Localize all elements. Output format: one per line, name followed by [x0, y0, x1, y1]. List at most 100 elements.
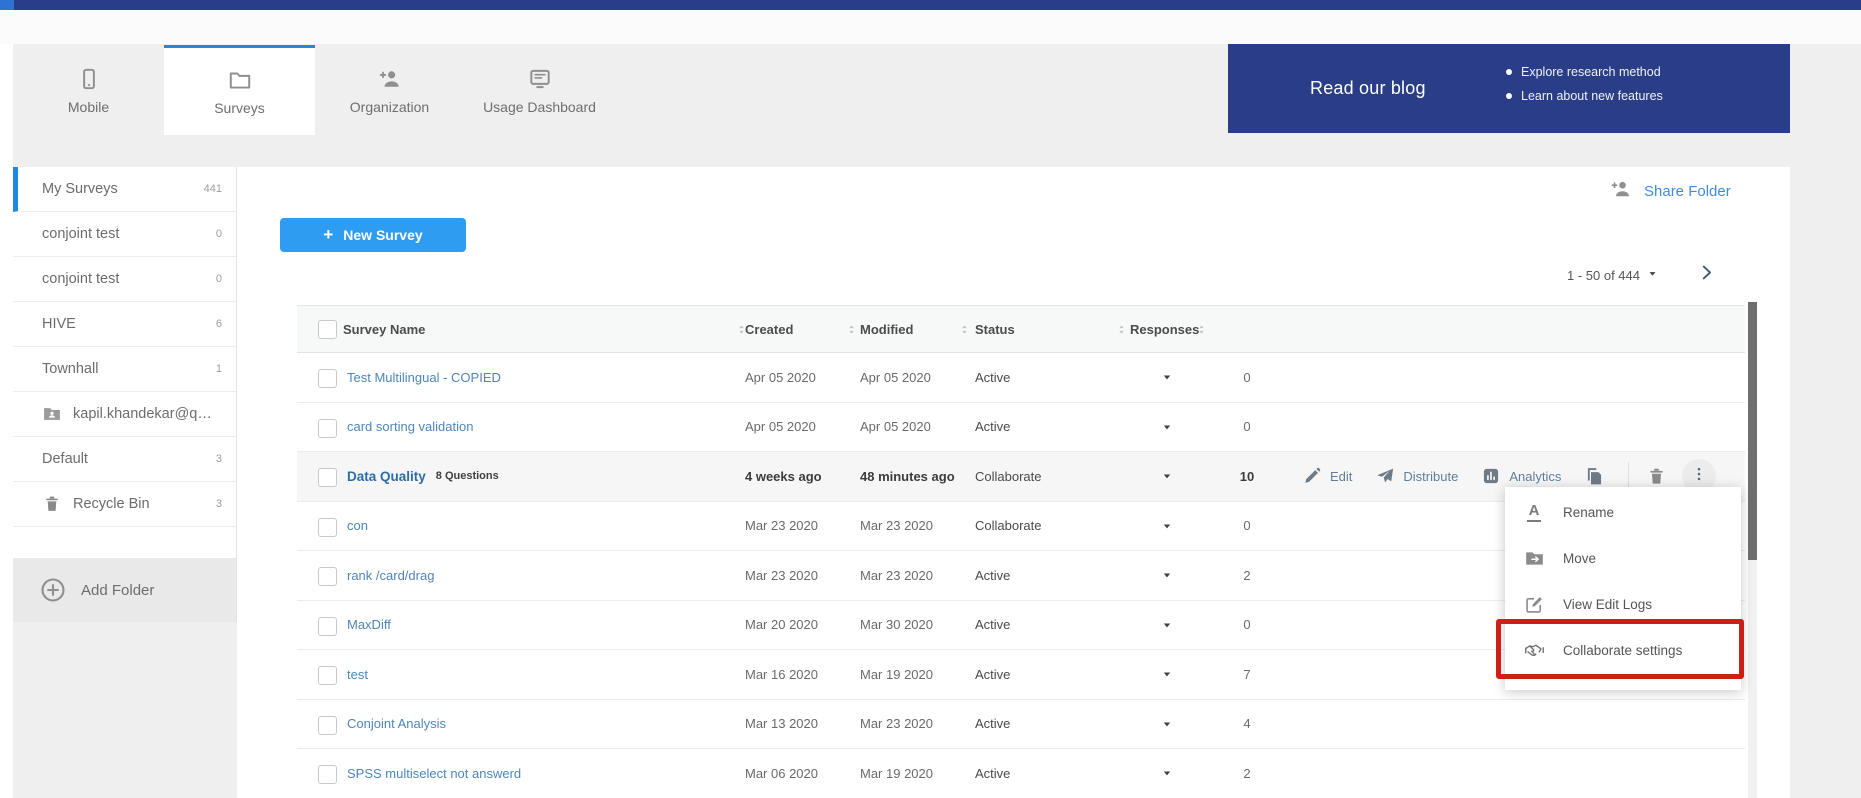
edit-button[interactable]: Edit [1302, 466, 1352, 486]
sidebar-folder-item[interactable]: conjoint test 0 [13, 257, 236, 302]
created-cell: Mar 13 2020 [745, 700, 818, 749]
row-checkbox[interactable] [318, 518, 337, 537]
column-header-status[interactable]: Status [975, 306, 1015, 352]
column-header-created[interactable]: Created [745, 306, 793, 352]
sidebar-folder-item[interactable]: My Surveys 441 [13, 167, 236, 212]
modified-cell: Mar 19 2020 [860, 650, 933, 699]
sidebar-folder-item[interactable]: Townhall 1 [13, 347, 236, 392]
delete-survey-button[interactable] [1646, 466, 1667, 487]
banner-bullet: Learn about new features [1504, 84, 1663, 108]
table-scrollbar-track[interactable] [1748, 302, 1757, 798]
context-menu-item[interactable]: View Edit Logs [1505, 581, 1741, 627]
new-survey-button[interactable]: + New Survey [280, 218, 466, 252]
survey-name-link[interactable]: rank /card/drag [347, 568, 434, 583]
survey-name-link[interactable]: con [347, 518, 368, 533]
folders-sidebar: My Surveys 441 conjoint test 0 conjoint … [13, 167, 237, 622]
paper-plane-icon [1375, 466, 1395, 486]
chevron-right-icon [1697, 269, 1716, 286]
responses-cell: 4 [1217, 700, 1277, 749]
row-checkbox[interactable] [318, 468, 337, 487]
pagination-range-dropdown[interactable]: 1 - 50 of 444 [1567, 267, 1659, 283]
sort-icon[interactable] [958, 323, 971, 336]
share-folder-button[interactable]: Share Folder [1609, 177, 1731, 206]
status-dropdown-caret[interactable] [1160, 353, 1174, 402]
row-checkbox[interactable] [318, 567, 337, 586]
status-cell: Active [975, 650, 1010, 699]
share-folder-label: Share Folder [1644, 183, 1731, 200]
select-all-checkbox[interactable] [318, 320, 337, 339]
survey-name-link[interactable]: Conjoint Analysis [347, 716, 446, 731]
sidebar-folder-item[interactable]: Recycle Bin 3 [13, 482, 236, 527]
modified-cell: Mar 23 2020 [860, 700, 933, 749]
column-header-responses[interactable]: Responses [1130, 306, 1199, 352]
row-checkbox[interactable] [318, 716, 337, 735]
distribute-button[interactable]: Distribute [1375, 466, 1458, 486]
person-add-icon [1609, 177, 1633, 206]
caret-down-icon [1646, 267, 1659, 283]
status-dropdown-caret[interactable] [1160, 551, 1174, 600]
modified-cell: Apr 05 2020 [860, 403, 931, 452]
survey-name-link[interactable]: test [347, 667, 368, 682]
sort-icon[interactable] [1115, 323, 1128, 336]
nav-tab-label: Surveys [214, 100, 265, 116]
top-accent-bar [0, 0, 1861, 10]
pagination-next-button[interactable] [1697, 263, 1716, 287]
sidebar-folder-item[interactable]: conjoint test 0 [13, 212, 236, 257]
created-cell: Mar 23 2020 [745, 502, 818, 551]
nav-tab[interactable]: Mobile [13, 45, 164, 135]
add-folder-button[interactable]: Add Folder [13, 558, 236, 622]
context-menu-item[interactable]: A Rename [1505, 489, 1741, 535]
created-cell: Apr 05 2020 [745, 403, 816, 452]
responses-cell: 0 [1217, 403, 1277, 452]
status-dropdown-caret[interactable] [1160, 452, 1174, 501]
sort-icon[interactable] [845, 323, 858, 336]
survey-name-link[interactable]: Test Multilingual - COPIED [347, 370, 501, 385]
row-checkbox[interactable] [318, 765, 337, 784]
column-header-modified[interactable]: Modified [860, 306, 913, 352]
nav-tab-label: Organization [350, 99, 429, 115]
nav-tab[interactable]: Usage Dashboard [464, 45, 615, 135]
sidebar-folder-count: 6 [216, 318, 222, 330]
status-dropdown-caret[interactable] [1160, 502, 1174, 551]
context-menu-item-label: Move [1563, 551, 1596, 566]
sidebar-folder-item[interactable]: Default 3 [13, 437, 236, 482]
nav-tab[interactable]: Surveys [164, 45, 315, 135]
row-checkbox[interactable] [318, 617, 337, 636]
created-cell: Mar 06 2020 [745, 749, 818, 798]
blog-banner-link[interactable]: Read our blog [1310, 78, 1426, 99]
status-dropdown-caret[interactable] [1160, 601, 1174, 650]
status-dropdown-caret[interactable] [1160, 700, 1174, 749]
survey-name-link[interactable]: SPSS multiselect not answerd [347, 766, 521, 781]
table-scrollbar-thumb[interactable] [1748, 302, 1757, 560]
status-dropdown-caret[interactable] [1160, 650, 1174, 699]
banner-bullet: Explore research method [1504, 60, 1663, 84]
sidebar-folder-label: My Surveys [42, 181, 196, 197]
status-dropdown-caret[interactable] [1160, 403, 1174, 452]
context-menu-item-label: View Edit Logs [1563, 597, 1652, 612]
status-dropdown-caret[interactable] [1160, 749, 1174, 798]
survey-name-link[interactable]: Data Quality [347, 469, 426, 484]
analytics-button[interactable]: Analytics [1481, 466, 1561, 486]
nav-tab[interactable]: Organization [314, 45, 465, 135]
sidebar-folder-item[interactable]: HIVE 6 [13, 302, 236, 347]
add-folder-label: Add Folder [81, 582, 154, 599]
created-cell: Mar 20 2020 [745, 601, 818, 650]
row-checkbox[interactable] [318, 369, 337, 388]
sidebar-folder-item[interactable]: kapil.khandekar@que... [13, 392, 236, 437]
survey-name-link[interactable]: card sorting validation [347, 419, 473, 434]
context-menu-item[interactable]: Collaborate settings [1505, 627, 1741, 673]
sort-icon[interactable] [1195, 323, 1208, 336]
nav-tab-icon [527, 66, 553, 92]
plus-icon: + [323, 225, 333, 245]
created-cell: Mar 23 2020 [745, 551, 818, 600]
row-checkbox[interactable] [318, 419, 337, 438]
survey-name-link[interactable]: MaxDiff [347, 617, 391, 632]
copy-survey-button[interactable] [1584, 466, 1605, 487]
circle-plus-icon [39, 576, 67, 604]
context-menu-item[interactable]: Move [1505, 535, 1741, 581]
copy-icon [1584, 466, 1605, 487]
context-menu-item-icon: A [1523, 501, 1545, 523]
row-checkbox[interactable] [318, 666, 337, 685]
column-header-survey-name[interactable]: Survey Name [343, 306, 425, 352]
modified-cell: Mar 30 2020 [860, 601, 933, 650]
